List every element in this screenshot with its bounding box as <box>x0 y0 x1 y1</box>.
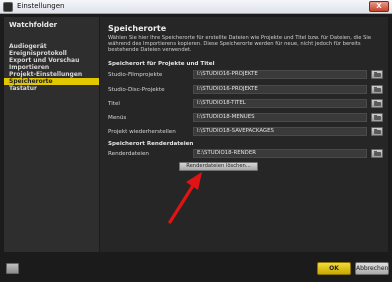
section-title-projects: Speicherort für Projekte und Titel <box>108 61 215 67</box>
sidebar-heading-watchfolder[interactable]: Watchfolder <box>9 21 57 29</box>
dialog-footer: OK Abbrechen <box>0 254 392 282</box>
browse-button-studio-disc-projekte[interactable] <box>371 85 383 94</box>
section-title-render: Speicherort Renderdateien <box>108 141 194 147</box>
folder-icon <box>374 129 381 134</box>
path-field-menues[interactable]: I:\STUDIO18-MENUES <box>193 113 367 122</box>
settings-content-panel: Speicherorte Wählen Sie hier Ihre Speich… <box>100 17 388 252</box>
sidebar-item-tastatur[interactable]: Tastatur <box>9 85 97 92</box>
sidebar-item-importieren[interactable]: Importieren <box>9 64 97 71</box>
ok-button[interactable]: OK <box>317 262 351 275</box>
sidebar-item-export-vorschau[interactable]: Export und Vorschau <box>9 57 97 64</box>
row-label-projekt-wiederherstellen: Projekt wiederherstellen <box>108 129 176 135</box>
path-field-studio-filmprojekte[interactable]: I:\STUDIO16-PROJEKTE <box>193 70 367 79</box>
browse-button-renderdateien[interactable] <box>371 149 383 158</box>
path-field-projekt-wiederherstellen[interactable]: I:\STUDIO18-SAVEPACKAGES <box>193 127 367 136</box>
row-label-titel: Titel <box>108 101 120 107</box>
close-button[interactable]: X <box>369 1 389 12</box>
browse-button-studio-filmprojekte[interactable] <box>371 70 383 79</box>
path-field-titel[interactable]: I:\STUDIO18-TITEL <box>193 99 367 108</box>
path-field-studio-disc-projekte[interactable]: I:\STUDIO16-PROJEKTE <box>193 85 367 94</box>
help-icon[interactable] <box>6 263 19 274</box>
folder-icon <box>374 72 381 77</box>
sidebar-item-projekt-einstellungen[interactable]: Projekt-Einstellungen <box>9 71 97 78</box>
folder-icon <box>374 151 381 156</box>
title-bar: Einstellungen X <box>0 0 392 14</box>
sidebar-item-speicherorte[interactable]: Speicherorte <box>4 78 99 85</box>
cancel-button[interactable]: Abbrechen <box>355 262 389 275</box>
row-label-renderdateien: Renderdateien <box>108 151 149 157</box>
window-title: Einstellungen <box>17 2 65 10</box>
folder-icon <box>374 87 381 92</box>
row-label-studio-disc-projekte: Studio-Disc-Projekte <box>108 87 165 93</box>
row-label-studio-filmprojekte: Studio-Filmprojekte <box>108 72 163 78</box>
panel-title: Speicherorte <box>108 24 167 33</box>
settings-dialog: Einstellungen X Watchfolder Audiogerät E… <box>0 0 392 282</box>
panel-description: Wählen Sie hier Ihre Speicherorte für er… <box>108 35 372 54</box>
settings-sidebar: Watchfolder Audiogerät Ereignisprotokoll… <box>4 17 99 252</box>
folder-icon <box>374 101 381 106</box>
row-label-menues: Menüs <box>108 115 127 121</box>
browse-button-projekt-wiederherstellen[interactable] <box>371 127 383 136</box>
browse-button-menues[interactable] <box>371 113 383 122</box>
sidebar-item-audiogeraet[interactable]: Audiogerät <box>9 43 97 50</box>
folder-icon <box>374 115 381 120</box>
sidebar-item-ereignisprotokoll[interactable]: Ereignisprotokoll <box>9 50 97 57</box>
annotation-arrow-icon <box>168 172 202 224</box>
app-icon <box>3 2 13 12</box>
browse-button-titel[interactable] <box>371 99 383 108</box>
path-field-renderdateien[interactable]: E:\STUDIO18-RENDER <box>193 149 367 158</box>
